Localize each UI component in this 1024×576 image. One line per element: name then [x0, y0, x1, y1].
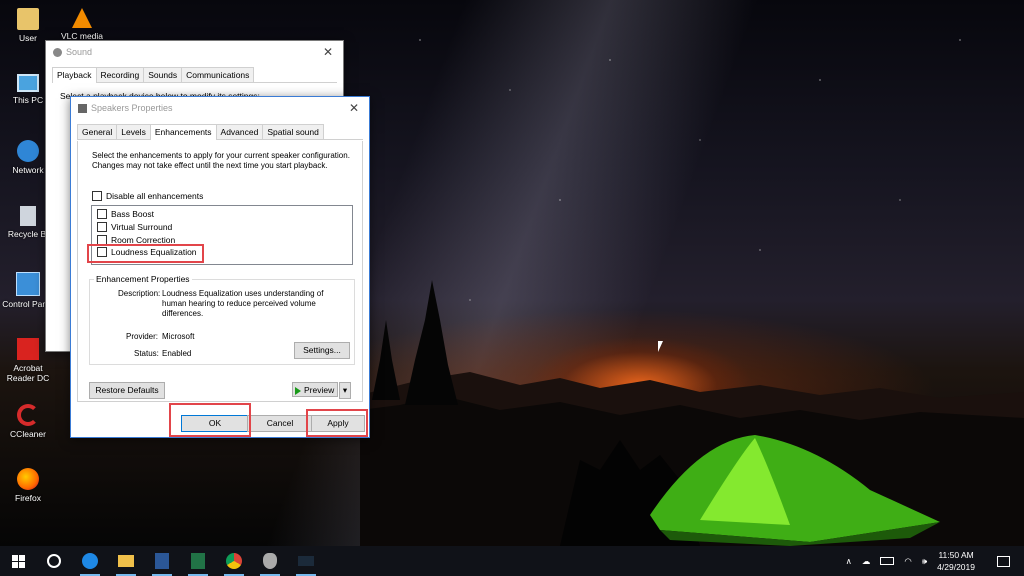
tab-communications[interactable]: Communications	[181, 67, 255, 82]
settings-button[interactable]: Settings...	[294, 342, 350, 359]
network-icon	[17, 140, 39, 162]
chrome-icon	[226, 553, 242, 569]
computer-icon	[17, 74, 39, 92]
enhancement-item-bass-boost[interactable]: Bass Boost	[97, 209, 154, 219]
edge-icon	[82, 553, 98, 569]
checkbox-box[interactable]	[92, 191, 102, 201]
speakers-window-title: Speakers Properties	[91, 103, 173, 113]
tab-general[interactable]: General	[77, 124, 118, 139]
speakers-titlebar[interactable]: Speakers Properties ✕	[71, 97, 369, 119]
sound-window-title: Sound	[66, 47, 93, 57]
cancel-button[interactable]: Cancel	[247, 415, 313, 432]
acrobat-icon	[17, 338, 39, 360]
control-panel-icon	[16, 272, 40, 296]
tab-enhancements[interactable]: Enhancements	[149, 124, 217, 140]
wifi-icon[interactable]: ◠	[904, 556, 911, 567]
status-label: Status:	[134, 349, 159, 358]
close-icon[interactable]: ✕	[339, 101, 369, 115]
speakers-properties-window[interactable]: Speakers Properties ✕ General Levels Enh…	[70, 96, 370, 438]
speaker-icon	[53, 47, 62, 57]
onedrive-icon[interactable]: ☁	[862, 556, 871, 567]
firefox-icon	[17, 468, 39, 490]
excel-icon	[191, 553, 205, 569]
taskbar-app[interactable]	[252, 546, 288, 576]
taskbar-file-explorer[interactable]	[108, 546, 144, 576]
clock-date: 4/29/2019	[937, 562, 975, 572]
taskbar-word[interactable]	[144, 546, 180, 576]
folder-user-icon	[17, 8, 39, 30]
highlight-loudness-equalization	[87, 244, 204, 263]
desktop-icon-label: CCleaner	[10, 429, 46, 439]
tab-advanced[interactable]: Advanced	[215, 124, 264, 139]
ccleaner-icon	[17, 404, 39, 426]
tab-levels[interactable]: Levels	[116, 124, 151, 139]
battery-icon[interactable]	[880, 557, 895, 565]
desktop-icon-label: Acrobat Reader DC	[6, 363, 50, 383]
checkbox-box[interactable]	[97, 209, 107, 219]
provider-value: Microsoft	[162, 332, 195, 341]
sound-tabs: Playback Recording Sounds Communications	[52, 66, 337, 83]
description-value: Loudness Equalization uses understanding…	[162, 289, 324, 318]
disable-all-enhancements-checkbox[interactable]: Disable all enhancements	[92, 191, 203, 201]
desktop-icon-vlc[interactable]: VLC media	[54, 8, 110, 41]
windows-start-button[interactable]	[0, 546, 36, 576]
desktop-icon-user[interactable]: User	[0, 8, 56, 43]
highlight-ok-button	[169, 403, 251, 437]
enhancement-label: Virtual Surround	[111, 222, 173, 232]
app-icon	[263, 553, 277, 569]
volume-icon[interactable]: 🕪	[922, 556, 927, 567]
green-tent	[650, 435, 940, 546]
highlight-apply-button	[306, 409, 368, 437]
cortana-button[interactable]	[36, 546, 72, 576]
group-label: Enhancement Properties	[94, 274, 192, 284]
enhancement-properties-group: Enhancement Properties Description: Loud…	[89, 274, 355, 365]
preview-button[interactable]: Preview	[292, 382, 338, 397]
play-icon	[295, 386, 301, 395]
chevron-down-icon[interactable]: ▾	[339, 382, 351, 399]
checkbox-box[interactable]	[97, 222, 107, 232]
taskbar-excel[interactable]	[180, 546, 216, 576]
taskbar: ∧ ☁ ◠ 🕪 11:50 AM 4/29/2019	[0, 546, 1024, 576]
chevron-up-icon[interactable]: ∧	[846, 556, 852, 567]
clock[interactable]: 11:50 AM 4/29/2019	[937, 549, 975, 573]
file-explorer-icon	[118, 555, 134, 567]
preview-split-button[interactable]: Preview ▾	[292, 382, 351, 399]
taskbar-edge[interactable]	[72, 546, 108, 576]
speakers-tabs: General Levels Enhancements Advanced Spa…	[77, 123, 363, 140]
recycle-bin-icon	[20, 206, 36, 226]
description-label: Description:	[118, 289, 161, 298]
tab-playback[interactable]: Playback	[52, 67, 97, 83]
taskbar-window[interactable]	[288, 546, 324, 576]
word-icon	[155, 553, 169, 569]
sound-titlebar[interactable]: Sound ✕	[46, 41, 343, 63]
preview-label: Preview	[304, 385, 335, 395]
disable-all-label: Disable all enhancements	[106, 191, 204, 201]
enhancements-panel: Select the enhancements to apply for you…	[77, 141, 363, 402]
window-thumbnail-icon	[298, 556, 314, 566]
system-tray: ∧ ☁ ◠ 🕪 11:50 AM 4/29/2019	[846, 546, 1024, 576]
restore-defaults-button[interactable]: Restore Defaults	[89, 382, 165, 399]
enhancements-instructions: Select the enhancements to apply for you…	[92, 151, 350, 170]
tab-sounds[interactable]: Sounds	[143, 67, 183, 82]
action-center-icon[interactable]	[997, 555, 1010, 567]
clock-time: 11:50 AM	[938, 550, 974, 560]
tab-spatial-sound[interactable]: Spatial sound	[262, 124, 324, 139]
tab-recording[interactable]: Recording	[95, 67, 145, 82]
provider-label: Provider:	[126, 332, 159, 341]
taskbar-chrome[interactable]	[216, 546, 252, 576]
speaker-properties-icon	[78, 103, 87, 113]
desktop-icon-firefox[interactable]: Firefox	[0, 468, 56, 503]
enhancement-label: Bass Boost	[111, 209, 154, 219]
cortana-circle-icon	[47, 554, 61, 568]
desktop-icon-label: Firefox	[15, 493, 41, 503]
enhancement-item-virtual-surround[interactable]: Virtual Surround	[97, 222, 172, 232]
vlc-icon	[72, 8, 92, 28]
desktop-icon-ccleaner[interactable]: CCleaner	[0, 404, 56, 439]
windows-start-icon	[11, 554, 25, 568]
mouse-cursor-icon	[658, 341, 663, 352]
status-value: Enabled	[162, 349, 192, 358]
close-icon[interactable]: ✕	[313, 45, 343, 59]
